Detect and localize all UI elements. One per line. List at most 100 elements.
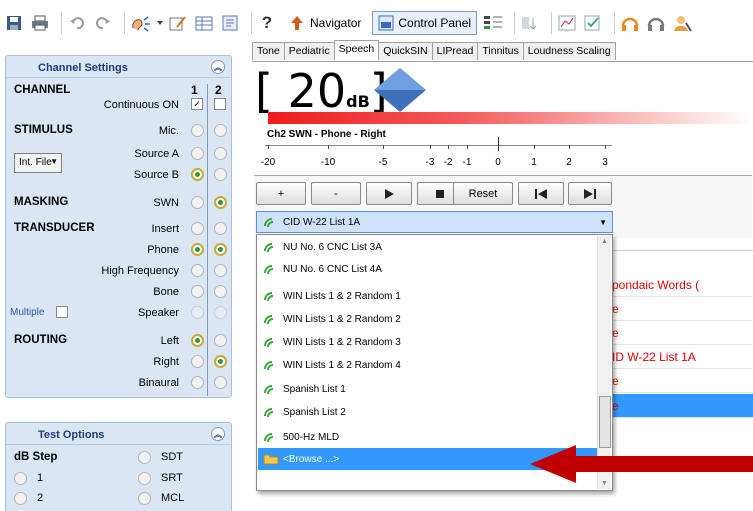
insert-radio-1[interactable]	[191, 222, 204, 235]
speech-signal-icon	[264, 361, 274, 371]
graph-icon[interactable]	[557, 13, 577, 33]
mcl-radio[interactable]	[138, 492, 151, 505]
headset-orange-icon[interactable]	[620, 13, 640, 33]
speaker-radio-1[interactable]	[191, 306, 204, 319]
decrease-button[interactable]: -	[311, 182, 361, 205]
continuous-on-checkbox-2[interactable]	[214, 98, 226, 110]
mic-radio-2[interactable]	[214, 124, 227, 137]
tab-lipread[interactable]: LIPread	[431, 42, 479, 60]
control-panel-button[interactable]: Control Panel	[372, 11, 478, 35]
report-icon[interactable]	[220, 13, 240, 33]
skip-back-button[interactable]	[518, 182, 564, 205]
control-panel-label: Control Panel	[398, 16, 472, 30]
binaural-radio-2[interactable]	[214, 376, 227, 389]
swn-radio-1[interactable]	[191, 196, 204, 209]
tab-speech[interactable]: Speech	[333, 40, 380, 60]
sdt-radio[interactable]	[138, 451, 151, 464]
collapse-up-icon[interactable]: ︽	[211, 427, 225, 441]
right-radio-1[interactable]	[191, 355, 204, 368]
table-row[interactable]: e	[612, 321, 753, 345]
multiple-checkbox[interactable]	[56, 306, 68, 318]
list-item[interactable]: WIN Lists 1 & 2 Random 1	[258, 285, 598, 307]
toolbar-separator	[251, 12, 252, 34]
int-file-select[interactable]: Int. File ▼	[14, 153, 62, 173]
step-2-radio[interactable]	[14, 492, 27, 505]
insert-row: TRANSDUCER Insert	[6, 219, 231, 239]
checklist-icon[interactable]	[583, 13, 603, 33]
phone-radio-2[interactable]	[214, 243, 227, 256]
speaker-radio-2[interactable]	[214, 306, 227, 319]
right-radio-2[interactable]	[214, 355, 227, 368]
navigator-button[interactable]: Navigator	[283, 11, 366, 35]
application-window: ? Navigator Control Panel Channel Settin…	[0, 0, 753, 511]
left-radio-1[interactable]	[191, 334, 204, 347]
edit-document-icon[interactable]	[168, 13, 188, 33]
mic-label: Mic.	[158, 125, 179, 137]
high-frequency-radio-1[interactable]	[191, 264, 204, 277]
test-tabs: Tone Pediatric Speech QuickSIN LIPread T…	[252, 40, 616, 61]
source-a-radio-2[interactable]	[214, 147, 227, 160]
increase-button[interactable]: +	[256, 182, 306, 205]
level-adjust-diamond-icon[interactable]	[372, 68, 428, 112]
collapse-up-icon[interactable]: ︽	[211, 60, 225, 74]
scale-label: -20	[260, 157, 276, 168]
patient-icon[interactable]	[672, 13, 692, 33]
swn-radio-2[interactable]	[214, 196, 227, 209]
tab-pediatric[interactable]: Pediatric	[283, 42, 335, 60]
help-icon[interactable]: ?	[257, 13, 277, 33]
print-icon[interactable]	[30, 13, 50, 33]
ear-speaker-icon[interactable]	[130, 13, 150, 33]
mic-radio-1[interactable]	[191, 124, 204, 137]
binaural-radio-1[interactable]	[191, 376, 204, 389]
step-1-radio[interactable]	[14, 472, 27, 485]
table-row[interactable]: pondaic Words (	[612, 273, 753, 297]
srt-radio[interactable]	[138, 472, 151, 485]
source-b-radio-2[interactable]	[214, 168, 227, 181]
dropdown-arrow-icon[interactable]	[156, 13, 164, 33]
table-row-selected[interactable]: e	[612, 394, 753, 418]
source-a-label: Source A	[134, 148, 179, 160]
list-item[interactable]: Spanish List 2	[258, 401, 598, 423]
list-item[interactable]: WIN Lists 1 & 2 Random 3	[258, 331, 598, 353]
redo-icon[interactable]	[93, 13, 113, 33]
scroll-up-icon[interactable]: ▲	[601, 238, 608, 245]
scale-zero-marker	[498, 137, 499, 151]
list-item[interactable]: WIN Lists 1 & 2 Random 4	[258, 354, 598, 376]
scale-label: 2	[566, 157, 572, 168]
tab-quicksin[interactable]: QuickSIN	[378, 42, 433, 60]
sort-icon[interactable]	[520, 13, 540, 33]
list-item[interactable]: WIN Lists 1 & 2 Random 2	[258, 308, 598, 330]
word-list-select[interactable]: CID W-22 List 1A ▼	[256, 211, 613, 233]
source-a-radio-1[interactable]	[191, 147, 204, 160]
table-row[interactable]: e	[612, 297, 753, 321]
continuous-on-checkbox-1[interactable]: ✓	[191, 98, 203, 110]
bone-radio-1[interactable]	[191, 285, 204, 298]
play-button[interactable]	[366, 182, 412, 205]
source-b-radio-1[interactable]	[191, 168, 204, 181]
reset-button[interactable]: Reset	[453, 182, 513, 205]
list-item[interactable]: NU No. 6 CNC List 3A	[258, 236, 598, 258]
equalizer-icon[interactable]	[483, 13, 503, 33]
undo-icon[interactable]	[67, 13, 87, 33]
list-item[interactable]: Spanish List 1	[258, 378, 598, 400]
list-item[interactable]: NU No. 6 CNC List 4A	[258, 258, 598, 280]
scale-tick	[448, 145, 449, 149]
tab-loudness-scaling[interactable]: Loudness Scaling	[522, 42, 616, 60]
table-row[interactable]: e	[612, 369, 753, 393]
table-row[interactable]: ID W-22 List 1A	[612, 345, 753, 369]
phone-radio-1[interactable]	[191, 243, 204, 256]
table-view-icon[interactable]	[194, 13, 214, 33]
save-icon[interactable]	[4, 13, 24, 33]
high-frequency-radio-2[interactable]	[214, 264, 227, 277]
tab-tone[interactable]: Tone	[252, 42, 285, 60]
step-1-row: 1 SRT	[6, 469, 231, 489]
scrollbar-thumb[interactable]	[599, 396, 611, 448]
bone-radio-2[interactable]	[214, 285, 227, 298]
headset-gray-icon[interactable]	[646, 13, 666, 33]
step-1-label: 1	[37, 472, 44, 484]
skip-forward-button[interactable]	[568, 182, 612, 205]
high-frequency-row: High Frequency	[6, 261, 231, 281]
tab-tinnitus[interactable]: Tinnitus	[477, 42, 524, 60]
insert-radio-2[interactable]	[214, 222, 227, 235]
left-radio-2[interactable]	[214, 334, 227, 347]
